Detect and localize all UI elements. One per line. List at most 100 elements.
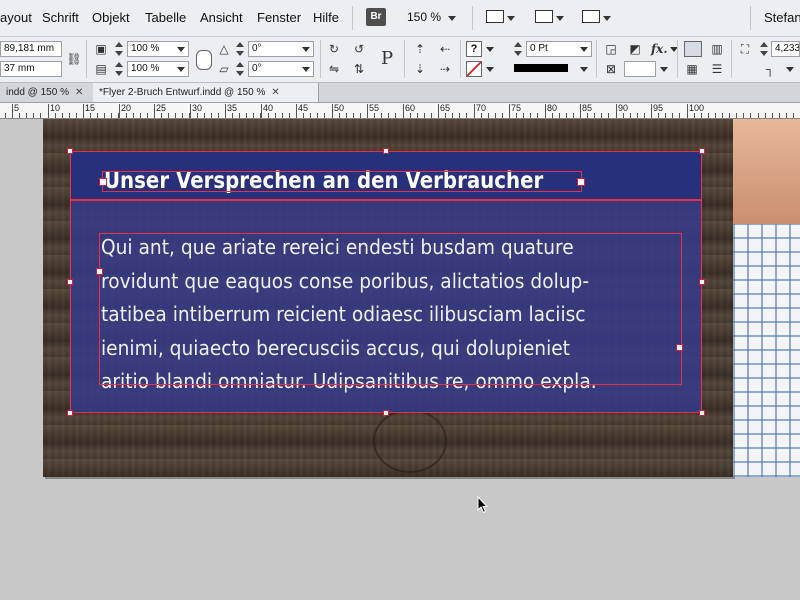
text-frame-handle[interactable]: [676, 344, 683, 351]
flip-horizontal-icon[interactable]: ⇋: [326, 61, 342, 77]
scale-x-dropdown-icon[interactable]: [177, 47, 185, 52]
ruler-tick: [317, 113, 318, 118]
arrange-dropdown-icon[interactable]: [603, 16, 611, 21]
ruler-tick: [779, 113, 780, 118]
rotate-ccw-icon[interactable]: ↺: [351, 41, 367, 57]
ruler-label: 85: [582, 103, 593, 113]
fx-button[interactable]: fx.: [651, 41, 668, 57]
scale-y-dropdown-icon[interactable]: [177, 67, 185, 72]
shear-stepper[interactable]: [236, 61, 244, 77]
right-value-stepper[interactable]: [760, 41, 768, 57]
selection-handle[interactable]: [699, 410, 705, 416]
text-wrap-bbox-icon[interactable]: ▥: [709, 41, 725, 57]
zoom-dropdown-icon[interactable]: [448, 16, 456, 21]
ruler-major-tick: [580, 104, 581, 118]
select-container-icon[interactable]: ⇡: [412, 41, 428, 57]
text-frame-handle[interactable]: [99, 178, 107, 186]
menu-layout[interactable]: ayout: [0, 10, 32, 25]
x-position-field[interactable]: 89,181 mm: [0, 41, 62, 57]
fill-swatch-icon[interactable]: ?: [466, 41, 482, 57]
constrain-proportions-icon[interactable]: [196, 50, 212, 70]
selection-handle[interactable]: [67, 148, 73, 154]
menu-fenster[interactable]: Fenster: [257, 10, 301, 25]
selection-handle[interactable]: [383, 148, 389, 154]
link-proportions-icon[interactable]: ⛓: [66, 51, 82, 67]
view-options-icon[interactable]: [486, 10, 504, 23]
frame-fitting-icon[interactable]: ⛶: [737, 41, 753, 57]
ruler-tick: [175, 113, 176, 118]
tab-document-1[interactable]: indd @ 150 % ✕: [0, 83, 92, 102]
headline-text[interactable]: Unser Versprechen an den Verbraucher: [104, 168, 543, 194]
ruler-tick: [729, 113, 730, 118]
ruler-tick: [587, 113, 588, 118]
rotate-cw-icon[interactable]: ↻: [326, 41, 342, 57]
arrange-documents-icon[interactable]: [582, 10, 600, 23]
close-icon[interactable]: ✕: [271, 87, 279, 98]
text-wrap-jump-icon[interactable]: ☰: [709, 61, 725, 77]
ruler-label: 45: [298, 103, 309, 113]
scale-y-stepper[interactable]: [115, 61, 123, 77]
stroke-type-dropdown-icon[interactable]: [580, 67, 588, 72]
corner-options-icon[interactable]: ┐: [762, 61, 778, 77]
view-options-dropdown-icon[interactable]: [507, 16, 515, 21]
screen-mode-dropdown-icon[interactable]: [556, 16, 564, 21]
ruler-tick: [97, 113, 98, 118]
ruler-tick: [424, 113, 425, 118]
text-wrap-none-icon[interactable]: [684, 41, 702, 57]
drop-shadow-icon[interactable]: ◩: [627, 41, 643, 57]
menu-schrift[interactable]: Schrift: [42, 10, 79, 25]
ruler-tick: [33, 113, 34, 118]
flip-vertical-icon[interactable]: ⇅: [351, 61, 367, 77]
menu-ansicht[interactable]: Ansicht: [200, 10, 243, 25]
corner-options-dropdown-icon[interactable]: [786, 67, 794, 72]
ruler-tick: [701, 113, 702, 118]
ruler-tick: [133, 113, 134, 118]
text-frame-handle[interactable]: [577, 178, 585, 186]
ruler-tick: [793, 113, 794, 118]
menu-bar: ayout Schrift Objekt Tabelle Ansicht Fen…: [0, 0, 800, 37]
stroke-dropdown-icon[interactable]: [486, 67, 494, 72]
text-wrap-shape-icon[interactable]: ▦: [684, 61, 700, 77]
tab-document-2[interactable]: *Flyer 2-Bruch Entwurf.indd @ 150 % ✕: [93, 83, 319, 102]
selection-handle[interactable]: [699, 148, 705, 154]
selection-handle[interactable]: [383, 410, 389, 416]
ruler-tick: [694, 113, 695, 118]
y-position-field[interactable]: 37 mm: [0, 61, 62, 77]
shear-dropdown-icon[interactable]: [302, 67, 310, 72]
right-value-field[interactable]: 4,233: [771, 41, 800, 57]
selection-handle[interactable]: [699, 279, 705, 285]
screen-mode-icon[interactable]: [535, 10, 553, 23]
select-content-icon[interactable]: ⇣: [412, 61, 428, 77]
ruler-major-tick: [367, 104, 368, 118]
zoom-level[interactable]: 150 %: [407, 10, 441, 24]
menu-tabelle[interactable]: Tabelle: [145, 10, 186, 25]
select-previous-icon[interactable]: ⇠: [437, 41, 453, 57]
rotate-stepper[interactable]: [236, 41, 244, 57]
photo-image[interactable]: [733, 119, 800, 477]
horizontal-ruler[interactable]: 5 10 15 20 25 30 35 40 45 50 55 60 65 70 75 80 85 90 95 100: [0, 103, 800, 119]
opacity-field[interactable]: [624, 61, 656, 77]
rotate-dropdown-icon[interactable]: [302, 47, 310, 52]
bridge-button[interactable]: Br: [366, 8, 386, 26]
clear-effects-icon[interactable]: ⊠: [603, 61, 619, 77]
select-next-icon[interactable]: ⇢: [437, 61, 453, 77]
close-icon[interactable]: ✕: [75, 87, 83, 98]
body-text-frame[interactable]: Qui ant, que ariate rereici endesti busd…: [101, 231, 701, 399]
stroke-weight-dropdown-icon[interactable]: [580, 47, 588, 52]
menu-objekt[interactable]: Objekt: [92, 10, 130, 25]
ruler-tick: [466, 113, 467, 118]
paragraph-icon[interactable]: P: [375, 47, 399, 71]
stroke-weight-stepper[interactable]: [514, 41, 522, 57]
fill-dropdown-icon[interactable]: [486, 47, 494, 52]
effects-icon[interactable]: ◲: [603, 41, 619, 57]
ruler-tick: [672, 113, 673, 118]
stroke-type-preview[interactable]: [514, 64, 568, 72]
text-frame-handle[interactable]: [96, 268, 103, 275]
selection-handle[interactable]: [67, 279, 73, 285]
user-name[interactable]: Stefan: [764, 10, 800, 25]
selection-handle[interactable]: [67, 410, 73, 416]
opacity-dropdown-icon[interactable]: [660, 67, 668, 72]
scale-x-stepper[interactable]: [115, 41, 123, 57]
menu-hilfe[interactable]: Hilfe: [313, 10, 339, 25]
stroke-swatch-icon[interactable]: [466, 61, 482, 77]
